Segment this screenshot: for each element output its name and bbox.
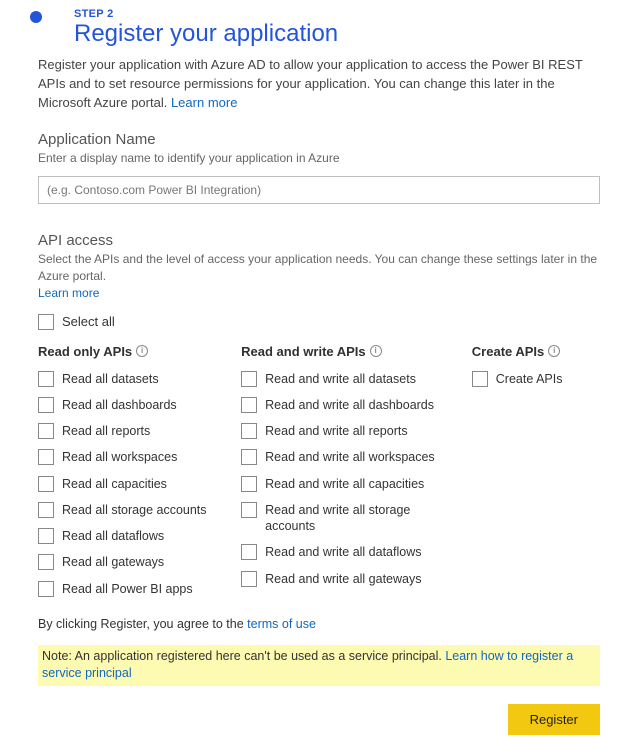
read-api-checkbox[interactable] xyxy=(38,449,54,465)
rw-api-row: Read and write all datasets xyxy=(241,371,452,387)
read-only-head: Read only APIs xyxy=(38,344,132,359)
info-icon[interactable]: i xyxy=(370,345,382,357)
read-api-row: Read all datasets xyxy=(38,371,221,387)
read-api-checkbox[interactable] xyxy=(38,397,54,413)
rw-api-checkbox[interactable] xyxy=(241,449,257,465)
select-all-checkbox[interactable] xyxy=(38,314,54,330)
read-api-row: Read all capacities xyxy=(38,476,221,492)
select-all-label: Select all xyxy=(62,314,115,329)
app-name-title: Application Name xyxy=(38,131,600,148)
rw-api-checkbox[interactable] xyxy=(241,423,257,439)
rw-api-label: Read and write all datasets xyxy=(265,371,416,387)
read-api-checkbox[interactable] xyxy=(38,581,54,597)
intro-body: Register your application with Azure AD … xyxy=(38,57,583,110)
read-api-row: Read all Power BI apps xyxy=(38,581,221,597)
note-body: Note: An application registered here can… xyxy=(42,649,445,663)
read-api-checkbox[interactable] xyxy=(38,371,54,387)
register-button[interactable]: Register xyxy=(508,704,600,735)
step-indicator-dot xyxy=(30,11,42,23)
app-name-section: Application Name Enter a display name to… xyxy=(38,131,600,205)
api-learn-more-link[interactable]: Learn more xyxy=(38,286,99,300)
read-api-checkbox[interactable] xyxy=(38,423,54,439)
read-api-label: Read all workspaces xyxy=(62,449,177,465)
rw-api-label: Read and write all dashboards xyxy=(265,397,434,413)
read-api-row: Read all workspaces xyxy=(38,449,221,465)
create-head: Create APIs xyxy=(472,344,545,359)
rw-api-label: Read and write all gateways xyxy=(265,571,421,587)
rw-api-label: Read and write all storage accounts xyxy=(265,502,452,535)
rw-api-row: Read and write all gateways xyxy=(241,571,452,587)
read-write-head: Read and write APIs xyxy=(241,344,366,359)
api-access-section: API access Select the APIs and the level… xyxy=(38,232,600,607)
rw-api-row: Read and write all reports xyxy=(241,423,452,439)
rw-api-label: Read and write all workspaces xyxy=(265,449,435,465)
rw-api-checkbox[interactable] xyxy=(241,371,257,387)
read-api-row: Read all dataflows xyxy=(38,528,221,544)
info-icon[interactable]: i xyxy=(548,345,560,357)
read-api-label: Read all reports xyxy=(62,423,150,439)
rw-api-checkbox[interactable] xyxy=(241,571,257,587)
rw-api-label: Read and write all dataflows xyxy=(265,544,421,560)
read-api-row: Read all gateways xyxy=(38,554,221,570)
app-name-sub: Enter a display name to identify your ap… xyxy=(38,150,600,167)
read-write-column: Read and write APIs i Read and write all… xyxy=(241,344,452,607)
read-api-checkbox[interactable] xyxy=(38,476,54,492)
read-api-label: Read all storage accounts xyxy=(62,502,207,518)
info-icon[interactable]: i xyxy=(136,345,148,357)
rw-api-row: Read and write all workspaces xyxy=(241,449,452,465)
read-api-checkbox[interactable] xyxy=(38,528,54,544)
rw-api-label: Read and write all capacities xyxy=(265,476,424,492)
step-label: STEP 2 xyxy=(74,8,338,20)
page-title: Register your application xyxy=(74,20,338,48)
api-access-sub: Select the APIs and the level of access … xyxy=(38,251,600,301)
intro-text: Register your application with Azure AD … xyxy=(38,56,600,113)
read-api-checkbox[interactable] xyxy=(38,554,54,570)
read-api-label: Read all dashboards xyxy=(62,397,177,413)
read-api-row: Read all reports xyxy=(38,423,221,439)
rw-api-checkbox[interactable] xyxy=(241,397,257,413)
create-column: Create APIs i Create APIs xyxy=(472,344,600,607)
api-access-title: API access xyxy=(38,232,600,249)
agree-body: By clicking Register, you agree to the xyxy=(38,617,247,631)
agree-text: By clicking Register, you agree to the t… xyxy=(38,617,600,631)
rw-api-row: Read and write all dashboards xyxy=(241,397,452,413)
rw-api-checkbox[interactable] xyxy=(241,502,257,518)
read-api-label: Read all Power BI apps xyxy=(62,581,193,597)
rw-api-label: Read and write all reports xyxy=(265,423,407,439)
app-name-input[interactable] xyxy=(38,176,600,204)
create-api-checkbox[interactable] xyxy=(472,371,488,387)
create-api-label: Create APIs xyxy=(496,371,563,387)
read-api-row: Read all storage accounts xyxy=(38,502,221,518)
rw-api-row: Read and write all storage accounts xyxy=(241,502,452,535)
read-api-label: Read all dataflows xyxy=(62,528,164,544)
intro-learn-more-link[interactable]: Learn more xyxy=(171,95,237,110)
rw-api-row: Read and write all capacities xyxy=(241,476,452,492)
read-api-checkbox[interactable] xyxy=(38,502,54,518)
read-only-column: Read only APIs i Read all datasets Read a… xyxy=(38,344,221,607)
create-api-row: Create APIs xyxy=(472,371,600,387)
read-api-row: Read all dashboards xyxy=(38,397,221,413)
api-access-sub-text: Select the APIs and the level of access … xyxy=(38,252,597,283)
terms-of-use-link[interactable]: terms of use xyxy=(247,617,316,631)
rw-api-row: Read and write all dataflows xyxy=(241,544,452,560)
rw-api-checkbox[interactable] xyxy=(241,544,257,560)
service-principal-note: Note: An application registered here can… xyxy=(38,645,600,686)
read-api-label: Read all gateways xyxy=(62,554,164,570)
rw-api-checkbox[interactable] xyxy=(241,476,257,492)
read-api-label: Read all datasets xyxy=(62,371,159,387)
read-api-label: Read all capacities xyxy=(62,476,167,492)
